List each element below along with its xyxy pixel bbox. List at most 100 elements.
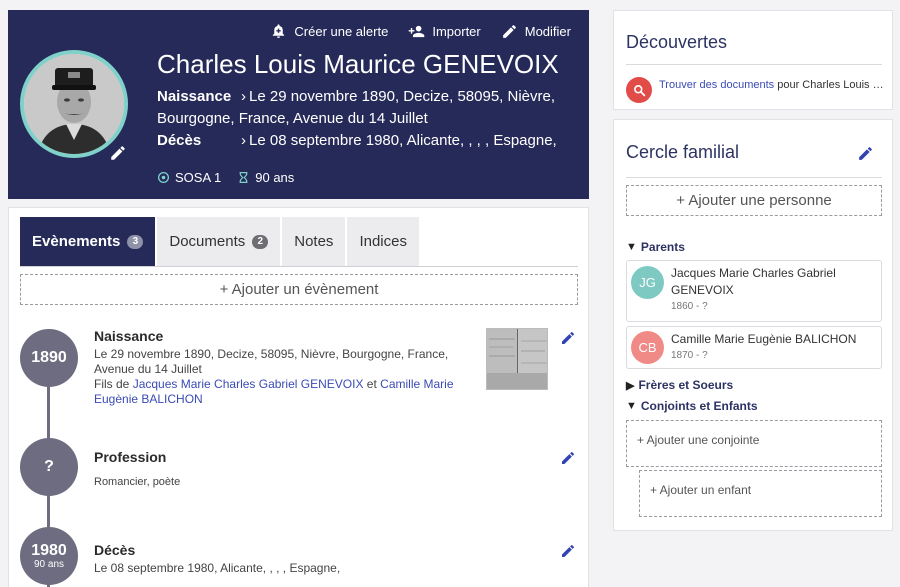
mother-link-part2[interactable]: Eugènie BALICHON — [94, 392, 203, 406]
add-spouse-button[interactable]: + Ajouter une conjointe — [626, 420, 882, 467]
tab-indices[interactable]: Indices — [347, 217, 419, 266]
spouses-toggle[interactable]: ▼ Conjoints et Enfants — [626, 399, 758, 413]
and-label: et — [366, 377, 377, 391]
tab-documents[interactable]: Documents 2 — [157, 217, 281, 266]
edit-label: Modifier — [524, 24, 571, 39]
parent-card-mother[interactable]: CB Camille Marie Eugènie BALICHON 1870 -… — [626, 326, 882, 369]
chevron-right-icon: › — [241, 88, 246, 105]
parent-card-father[interactable]: JG Jacques Marie Charles Gabriel GENEVOI… — [626, 260, 882, 322]
birth-document-thumbnail[interactable] — [486, 328, 548, 390]
sosa-label: SOSA 1 — [175, 170, 222, 185]
tab-notes[interactable]: Notes — [282, 217, 346, 266]
import-button[interactable]: Importer — [408, 23, 481, 40]
birth-fact: Naissance › Le 29 novembre 1890, Decize, 5… — [157, 86, 577, 130]
death-age: 90 ans — [33, 559, 65, 570]
family-edit-button[interactable] — [857, 145, 874, 162]
pencil-icon — [562, 451, 574, 464]
header-actions: Créer une alerte Importer Modifier — [270, 23, 571, 40]
tab-events[interactable]: Evènements 3 — [20, 217, 156, 266]
mother-dates: 1870 - ? — [671, 350, 708, 361]
tab-notes-label: Notes — [294, 233, 334, 250]
edit-profession-button[interactable] — [560, 450, 576, 466]
person-photo[interactable] — [20, 50, 128, 158]
birth-year: 1890 — [31, 349, 67, 366]
hourglass-icon — [239, 172, 248, 183]
discoveries-divider — [626, 64, 882, 65]
photo-edit-button[interactable] — [109, 144, 127, 162]
event-title-profession: Profession — [94, 449, 167, 465]
tab-bar: Evènements 3 Documents 2 Notes Indices — [20, 217, 419, 266]
spouses-label: Conjoints et Enfants — [640, 399, 758, 413]
tab-documents-label: Documents — [169, 233, 246, 250]
discoveries-title: Découvertes — [626, 32, 728, 52]
siblings-label: Frères et Soeurs — [638, 378, 734, 392]
birth-place-line2: Avenue du 14 Juillet — [94, 362, 202, 376]
birth-place-line1: Le 29 novembre 1890, Decize, 58095, Nièv… — [94, 347, 449, 361]
edit-death-button[interactable] — [560, 543, 576, 559]
create-alert-button[interactable]: Créer une alerte — [270, 23, 388, 40]
event-body-profession: Romancier, poète — [94, 476, 181, 488]
tab-documents-count: 2 — [252, 234, 269, 249]
family-circle-title: Cercle familial — [626, 142, 740, 162]
death-label: Décès — [157, 132, 202, 149]
death-year: 1980 — [31, 542, 67, 559]
search-icon — [626, 77, 652, 103]
age-label: 90 ans — [255, 170, 295, 185]
pencil-icon — [502, 25, 516, 38]
person-name: Charles Louis Maurice GENEVOIX — [157, 49, 559, 79]
sosa-badge: SOSA 1 — [157, 170, 221, 185]
edit-birth-button[interactable] — [560, 330, 576, 346]
add-event-button[interactable]: + Ajouter un évènement — [20, 274, 578, 305]
add-person-button[interactable]: + Ajouter une personne — [626, 185, 882, 216]
add-child-button[interactable]: + Ajouter un enfant — [639, 470, 882, 517]
tab-events-count: 3 — [127, 234, 144, 249]
age-badge: 90 ans — [237, 170, 294, 185]
pencil-icon — [562, 544, 574, 557]
birth-label: Naissance — [157, 88, 232, 105]
person-add-icon — [409, 25, 425, 38]
parents-toggle[interactable]: ▼ Parents — [626, 240, 685, 254]
timeline-year-death: 1980 90 ans — [20, 527, 78, 585]
pencil-icon — [111, 146, 125, 160]
document-scan-image — [487, 329, 547, 389]
pencil-icon — [562, 331, 574, 344]
discoveries-suggestion: Trouver des documents pour Charles Louis… — [659, 78, 884, 92]
caret-down-icon: ▼ — [626, 241, 637, 253]
siblings-toggle[interactable]: ▶ Frères et Soeurs — [626, 378, 733, 392]
edit-button[interactable]: Modifier — [501, 23, 571, 40]
birth-parents: Fils de Jacques Marie Charles Gabriel GE… — [94, 377, 464, 392]
caret-right-icon: ▶ — [626, 379, 635, 392]
timeline-year-birth: 1890 — [20, 329, 78, 387]
event-title-birth: Naissance — [94, 328, 164, 344]
family-divider — [626, 177, 882, 178]
parents-label: Parents — [640, 240, 685, 254]
discoveries-rest: pour Charles Louis M... — [774, 79, 884, 91]
profession-year: ? — [44, 458, 54, 475]
find-documents-link[interactable]: Trouver des documents — [659, 79, 774, 91]
avatar: CB — [631, 331, 664, 364]
father-dates: 1860 - ? — [671, 301, 708, 312]
bell-plus-icon — [273, 24, 285, 38]
death-text: Le 08 septembre 1980, Alicante, , , , Es… — [249, 132, 557, 149]
portrait-photo — [24, 54, 124, 154]
page: Créer une alerte Importer Modifier Charl… — [0, 0, 900, 587]
father-link[interactable]: Jacques Marie Charles Gabriel GENEVOIX — [133, 377, 364, 391]
tabs-divider — [20, 266, 578, 267]
import-label: Importer — [432, 24, 481, 39]
mother-name: Camille Marie Eugènie BALICHON — [671, 332, 857, 346]
timeline-year-profession: ? — [20, 438, 78, 496]
family-circle-card: Cercle familial + Ajouter une personne ▼… — [613, 119, 893, 531]
tab-events-label: Evènements — [32, 233, 121, 250]
tab-indices-label: Indices — [359, 233, 407, 250]
person-meta: SOSA 1 90 ans — [157, 170, 294, 185]
father-name: Jacques Marie Charles Gabriel GENEVOIX — [671, 266, 836, 297]
target-icon — [157, 171, 170, 184]
person-header: Créer une alerte Importer Modifier Charl… — [8, 10, 589, 199]
event-body-birth: Le 29 novembre 1890, Decize, 58095, Nièv… — [94, 347, 464, 407]
events-panel: Evènements 3 Documents 2 Notes Indices +… — [8, 207, 589, 587]
son-of-label: Fils de — [94, 377, 130, 391]
mother-link-part1[interactable]: Camille Marie — [380, 377, 453, 391]
discoveries-card: Découvertes Trouver des documents pour C… — [613, 10, 893, 110]
caret-down-icon: ▼ — [626, 400, 637, 412]
chevron-right-icon: › — [241, 132, 246, 149]
